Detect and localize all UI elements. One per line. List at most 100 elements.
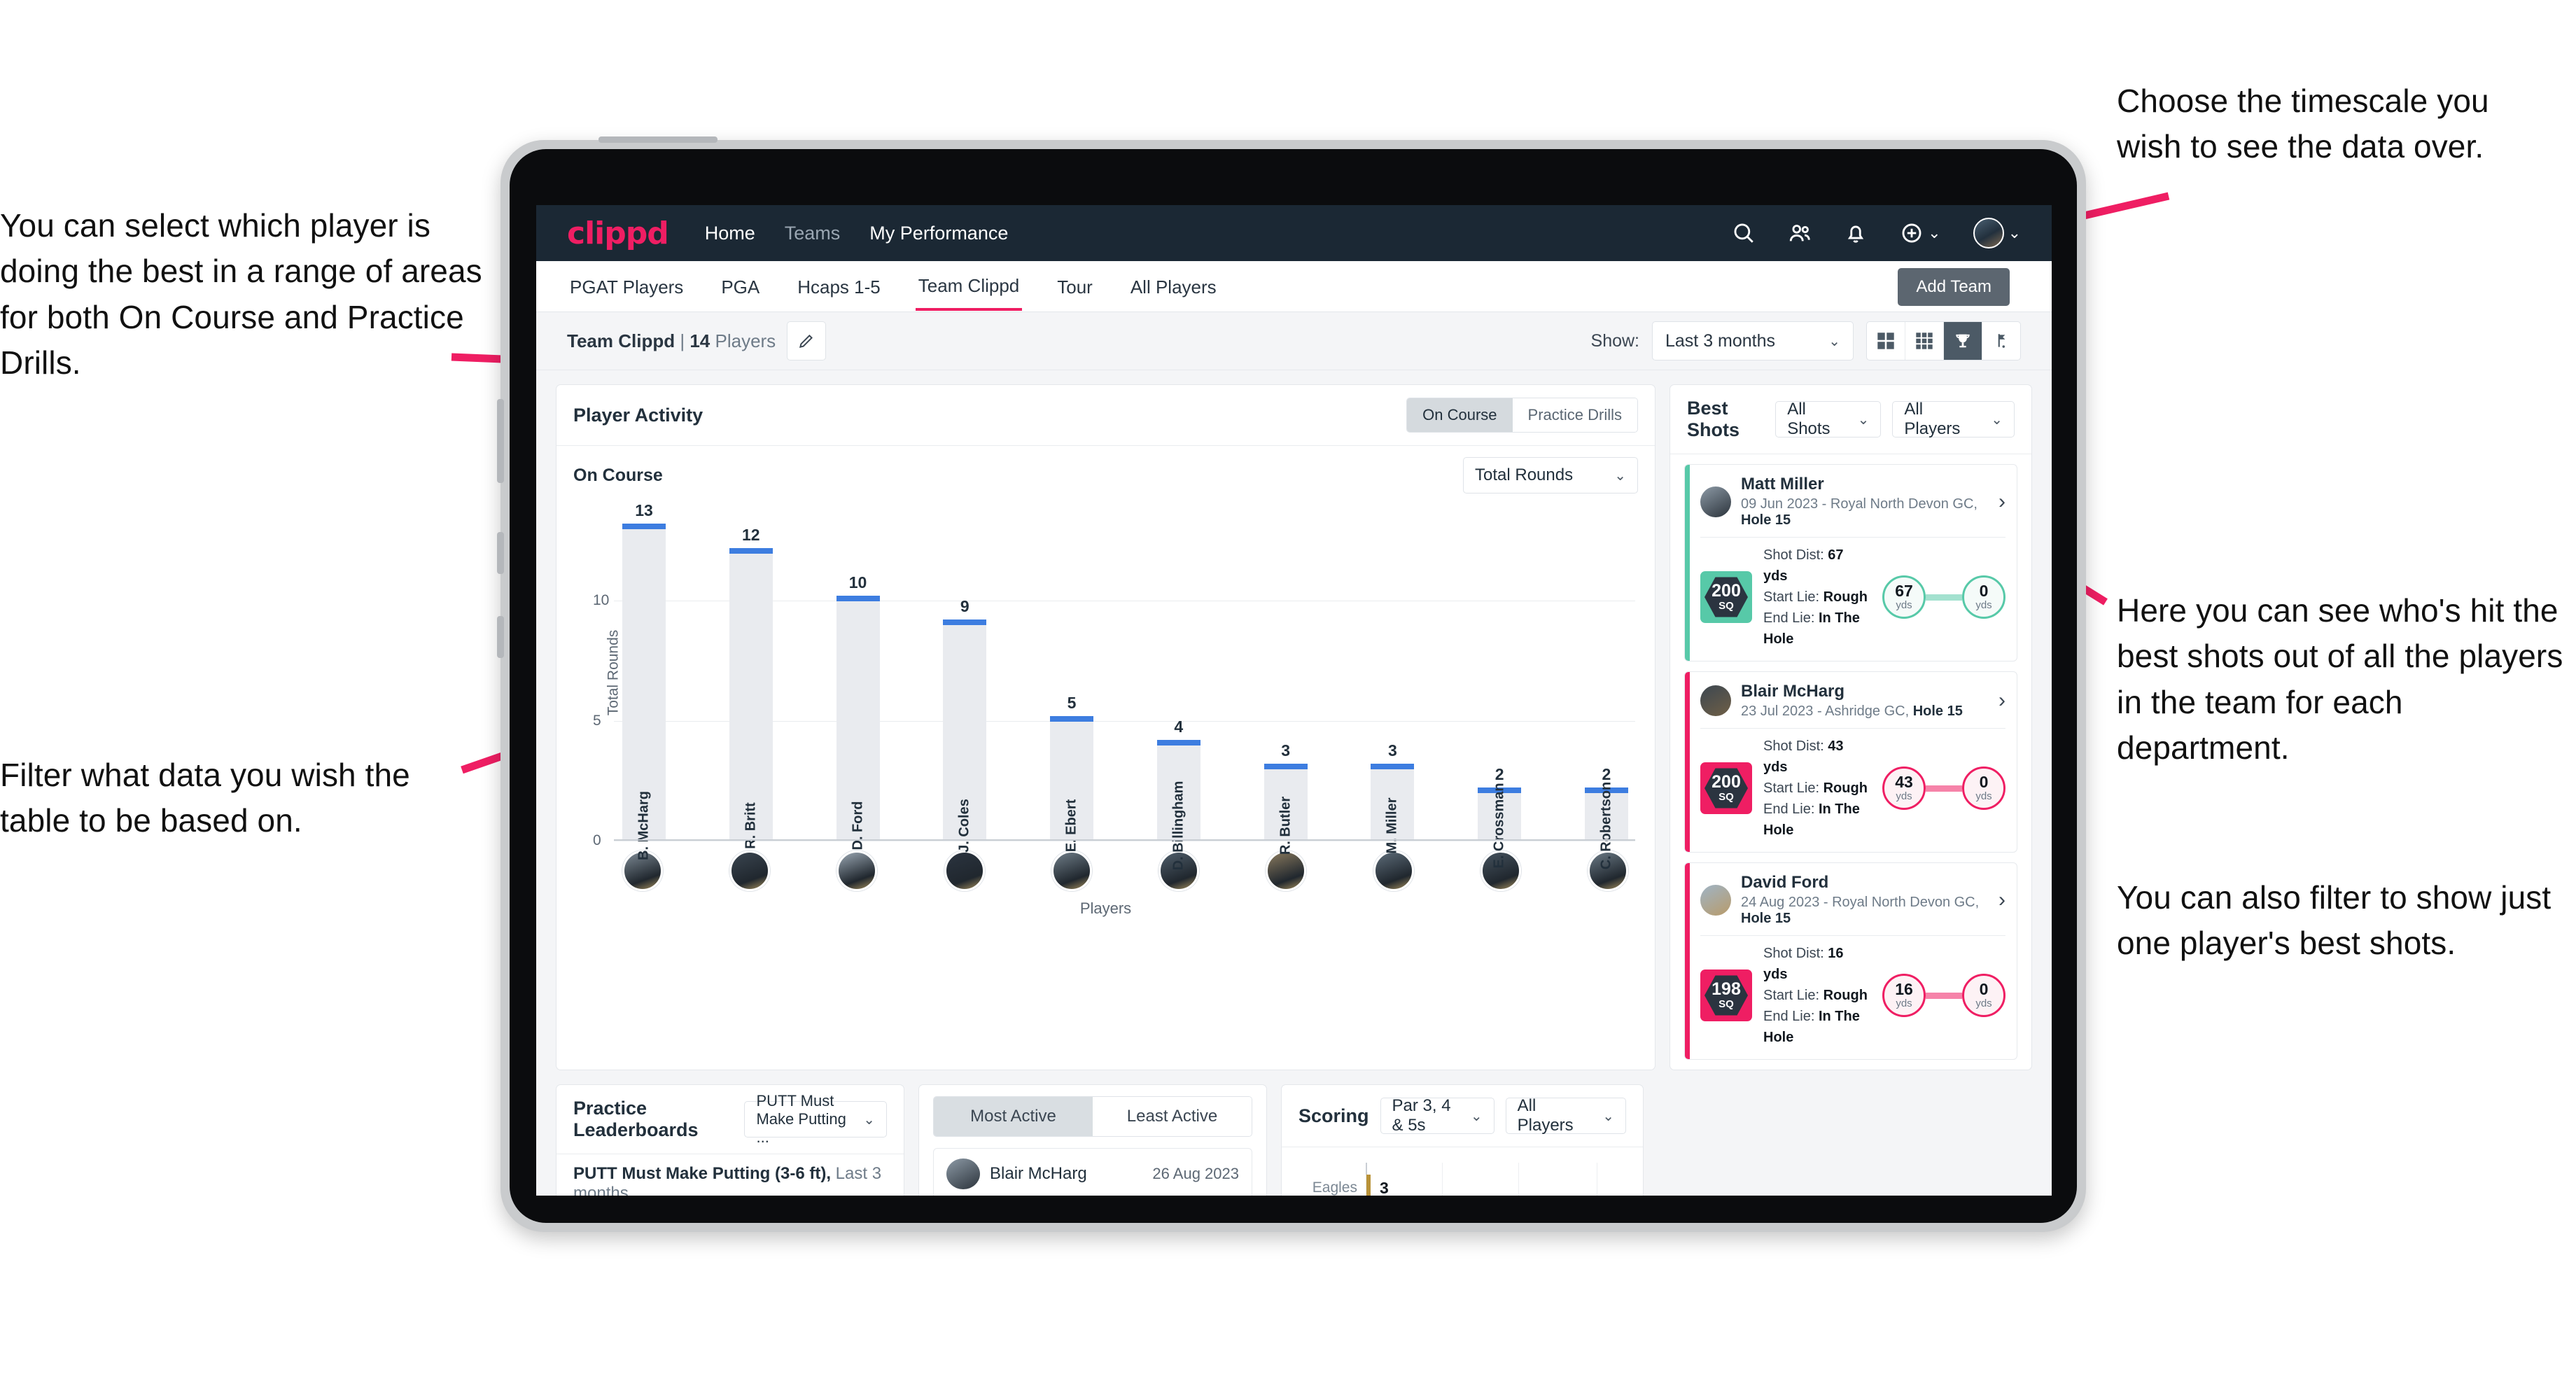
chart-bar-group[interactable]: 9 J. Coles <box>943 505 987 853</box>
golf-flag-icon[interactable] <box>1982 322 2020 360</box>
bar-category-label: B. McHarg <box>636 791 652 860</box>
scoring-bar-row[interactable]: Eagles 3 <box>1312 1175 1626 1196</box>
shot-filter-value: All Shots <box>1787 400 1830 438</box>
sq-unit: SQ <box>1718 791 1734 803</box>
scoring-bar <box>1366 1175 1371 1196</box>
annotation-left-bottom: Filter what data you wish the table to b… <box>0 757 410 839</box>
account-menu[interactable]: ⌄ <box>1973 218 2021 248</box>
shot-card-body: 200 SQ Shot Dist: 67 yds Start Lie: Rough En… <box>1685 538 2017 661</box>
annotation-left-top: You can select which player is doing the… <box>0 207 482 381</box>
tab-team-clippd[interactable]: Team Clippd <box>915 262 1023 311</box>
chart-bar-group[interactable]: 13 B. McHarg <box>622 501 666 860</box>
sq-value: 200 <box>1712 772 1741 792</box>
end-lie: End Lie: In The Hole <box>1763 802 1860 838</box>
chart-bars: 13 B. McHarg 12 R. Britt 10 D. Ford 9 J. Coles 5… <box>622 501 1628 870</box>
nav-link-my-performance[interactable]: My Performance <box>869 223 1008 244</box>
chevron-right-icon[interactable]: › <box>1998 490 2005 514</box>
player-avatar[interactable] <box>729 850 771 891</box>
bar-cap <box>729 547 773 554</box>
chart-subtitle: On Course <box>573 465 663 485</box>
avatar[interactable] <box>1973 218 2004 248</box>
scoring-bar-chart: Eagles3Birdies96Pars499Bogeys211 <box>1298 1163 1626 1196</box>
chevron-right-icon[interactable]: › <box>1998 689 2005 713</box>
grid-3x3-icon[interactable] <box>1905 322 1944 360</box>
clippd-logo[interactable]: clippd <box>567 216 669 251</box>
trophy-icon[interactable] <box>1944 322 1982 360</box>
practice-leaderboards-card: Practice Leaderboards PUTT Must Make Put… <box>556 1084 904 1196</box>
player-avatar[interactable] <box>946 1158 980 1189</box>
chart-bar-group[interactable]: 12 R. Britt <box>729 505 773 849</box>
chart-bar-group[interactable]: 2 C. Robertson <box>1584 505 1628 869</box>
player-filter-value: All Players <box>1904 400 1961 438</box>
nav-link-teams[interactable]: Teams <box>785 223 841 244</box>
player-avatar[interactable] <box>944 850 985 891</box>
best-shot-card[interactable]: Blair McHarg 23 Jul 2023 - Ashridge GC, H… <box>1684 671 2017 853</box>
scoring-player-filter[interactable]: All Players ⌄ <box>1505 1096 1626 1135</box>
tab-least-active[interactable]: Least Active <box>1093 1097 1252 1136</box>
chart-ylabel: Total Rounds <box>605 629 622 716</box>
bar-value-label: 3 <box>1281 741 1290 760</box>
chart-bar-group[interactable]: 5 E. Ebert <box>1050 505 1094 852</box>
player-avatar[interactable] <box>1373 850 1414 891</box>
segment-on-course[interactable]: On Course <box>1407 398 1513 432</box>
activity-cards-list: Blair McHarg26 Aug 2023Total RoundsTourn… <box>919 1148 1266 1196</box>
player-count: 14 <box>690 330 710 351</box>
chart-bar-group[interactable]: 4 D. Billingham <box>1156 505 1200 870</box>
tab-all-players[interactable]: All Players <box>1128 264 1219 309</box>
bar-value-label: 10 <box>848 573 867 592</box>
bar[interactable] <box>729 547 773 839</box>
tab-most-active[interactable]: Most Active <box>934 1097 1093 1136</box>
chart-bar-group[interactable]: 2 E. Crossman <box>1478 505 1522 869</box>
tab-pga[interactable]: PGA <box>718 264 762 309</box>
drill-select[interactable]: PUTT Must Make Putting ... ⌄ <box>744 1092 887 1146</box>
shot-distance: Shot Dist: 43 yds <box>1763 738 1844 775</box>
y-tick-label: 5 <box>593 712 601 729</box>
grid-2x2-icon[interactable] <box>1867 322 1905 360</box>
to-distance: 0 yds <box>1962 575 2005 619</box>
player-avatar[interactable] <box>1700 884 1731 916</box>
nav-link-home[interactable]: Home <box>705 223 755 244</box>
tab-tour[interactable]: Tour <box>1054 264 1096 309</box>
chevron-down-icon: ⌄ <box>1991 412 2003 428</box>
par-filter-select[interactable]: Par 3, 4 & 5s ⌄ <box>1380 1096 1494 1135</box>
volume-up-button[interactable] <box>497 532 504 574</box>
activity-player-card[interactable]: Blair McHarg26 Aug 2023Total RoundsTourn… <box>933 1148 1252 1196</box>
tab-hcaps-1-5[interactable]: Hcaps 1-5 <box>794 264 883 309</box>
add-team-button[interactable]: Add Team <box>1898 268 2010 306</box>
chevron-down-icon: ⌄ <box>863 1112 875 1128</box>
best-shot-card[interactable]: David Ford 24 Aug 2023 - Royal North Devo… <box>1684 862 2017 1060</box>
tab-pgat-players[interactable]: PGAT Players <box>567 264 686 309</box>
best-shots-player-filter[interactable]: All Players ⌄ <box>1892 400 2015 438</box>
chevron-right-icon[interactable]: › <box>1998 888 2005 912</box>
timescale-select[interactable]: Last 3 months ⌄ <box>1652 321 1854 360</box>
metric-select[interactable]: Total Rounds ⌄ <box>1463 457 1638 493</box>
team-name: Team Clippd <box>567 330 676 351</box>
player-avatar[interactable] <box>1700 486 1731 517</box>
from-unit: yds <box>1896 599 1912 611</box>
from-distance: 16 yds <box>1882 974 1926 1017</box>
best-shots-shot-filter[interactable]: All Shots ⌄ <box>1775 400 1882 438</box>
edit-team-button[interactable] <box>787 321 827 360</box>
shot-distance: Shot Dist: 67 yds <box>1763 547 1844 584</box>
chart-bar-group[interactable]: 3 R. Butler <box>1264 505 1308 855</box>
people-icon[interactable] <box>1788 221 1812 245</box>
bar-category-label: E. Ebert <box>1063 799 1079 853</box>
shot-accent-bar <box>1685 672 1690 852</box>
leaderboard-header: Practice Leaderboards PUTT Must Make Put… <box>556 1085 904 1154</box>
segment-practice-drills[interactable]: Practice Drills <box>1512 398 1637 432</box>
search-icon[interactable] <box>1732 221 1756 245</box>
player-avatar[interactable] <box>1700 685 1731 716</box>
from-value: 43 <box>1895 773 1913 791</box>
chart-bar-group[interactable]: 3 M. Miller <box>1371 505 1415 854</box>
player-avatar[interactable] <box>1266 850 1307 891</box>
player-avatar[interactable] <box>836 850 878 891</box>
bell-icon[interactable] <box>1844 221 1868 245</box>
chart-subheader: On Course Total Rounds ⌄ <box>556 446 1655 505</box>
best-shot-card[interactable]: Matt Miller 09 Jun 2023 - Royal North Dev… <box>1684 464 2017 662</box>
shot-quality-badge: 200 SQ <box>1700 571 1752 623</box>
plus-circle-icon[interactable] <box>1900 221 1924 245</box>
add-menu[interactable]: ⌄ <box>1900 221 1941 245</box>
player-avatar[interactable] <box>1051 850 1092 891</box>
chart-bar-group[interactable]: 10 D. Ford <box>836 505 880 850</box>
volume-down-button[interactable] <box>497 616 504 658</box>
